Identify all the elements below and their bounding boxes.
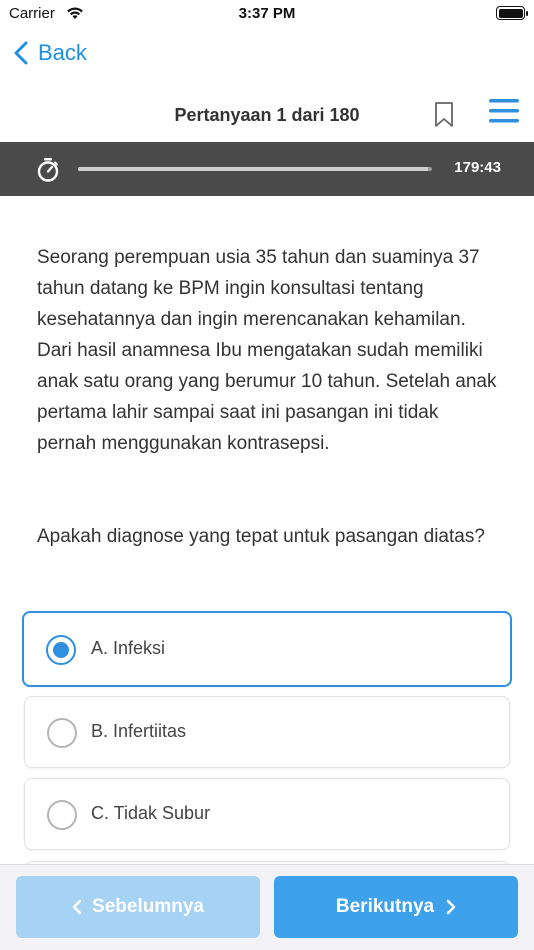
menu-button[interactable]: [488, 98, 520, 129]
option-label: B. Infertiitas: [91, 721, 187, 741]
timer-progress: [78, 167, 432, 171]
status-bar: Carrier 3:37 PM: [0, 0, 534, 28]
stopwatch-icon: [36, 157, 60, 188]
back-label: Back: [38, 40, 87, 65]
bookmark-button[interactable]: [433, 101, 455, 134]
navigation-bar: Back: [0, 28, 534, 88]
battery-icon: [496, 6, 528, 20]
question-header: Pertanyaan 1 dari 180: [0, 88, 534, 142]
answer-option-a[interactable]: A. Infeksi: [22, 611, 512, 687]
radio-selected-icon: [46, 635, 76, 665]
timer-value: 179:43: [454, 159, 501, 176]
previous-label: Sebelumnya: [92, 896, 204, 917]
timer-progress-fill: [78, 167, 429, 171]
footer-nav: Sebelumnya Berikutnya: [0, 864, 534, 950]
status-time: 3:37 PM: [238, 5, 296, 22]
menu-icon: [489, 99, 519, 123]
next-label: Berikutnya: [335, 896, 435, 917]
bookmark-icon: [435, 102, 453, 127]
radio-icon: [47, 718, 77, 748]
option-label: A. Infeksi: [91, 638, 166, 658]
previous-button[interactable]: Sebelumnya: [16, 876, 260, 938]
question-text: Seorang perempuan usia 35 tahun dan suam…: [37, 247, 497, 454]
answer-option-c[interactable]: C. Tidak Subur: [24, 778, 510, 850]
back-button[interactable]: Back: [14, 40, 87, 66]
next-button[interactable]: Berikutnya: [274, 876, 518, 938]
question-content: Seorang perempuan usia 35 tahun dan suam…: [0, 196, 534, 864]
question-prompt: Apakah diagnose yang tepat untuk pasanga…: [37, 526, 485, 547]
radio-icon: [47, 800, 77, 830]
timer-bar: 179:43: [0, 142, 534, 196]
back-chevron-icon: [14, 41, 28, 65]
option-label: C. Tidak Subur: [91, 803, 211, 823]
answer-option-b[interactable]: B. Infertiitas: [24, 696, 510, 768]
chevron-right-icon: [446, 899, 456, 915]
chevron-left-icon: [72, 899, 82, 915]
